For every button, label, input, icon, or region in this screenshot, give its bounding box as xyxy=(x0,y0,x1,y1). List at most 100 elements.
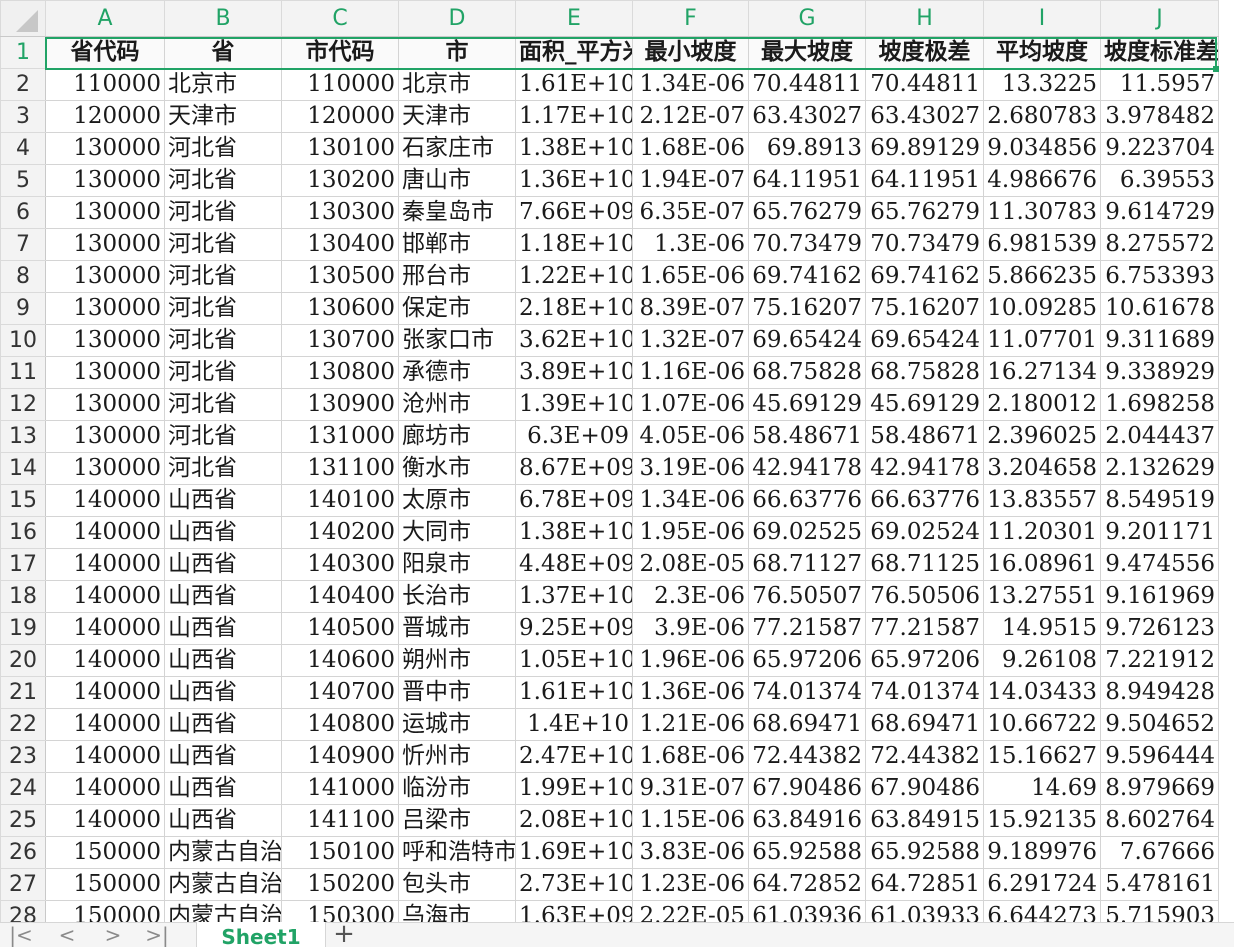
table-cell[interactable]: 1.36E+10 xyxy=(515,164,633,197)
table-cell[interactable]: 9.26108 xyxy=(983,644,1101,677)
table-cell[interactable]: 9.726123 xyxy=(1100,612,1219,645)
row-header[interactable]: 15 xyxy=(0,484,46,517)
table-cell[interactable]: 65.97206 xyxy=(748,644,866,677)
table-cell[interactable]: 64.72851 xyxy=(865,868,984,901)
table-cell[interactable]: 130000 xyxy=(45,260,165,293)
table-cell[interactable]: 13.3225 xyxy=(983,68,1101,101)
table-cell[interactable]: 77.21587 xyxy=(865,612,984,645)
table-cell[interactable]: 2.22E-05 xyxy=(632,900,749,922)
table-cell[interactable]: 廊坊市 xyxy=(398,420,516,453)
table-cell[interactable]: 69.74162 xyxy=(748,260,866,293)
select-all-triangle-icon[interactable] xyxy=(16,10,38,32)
row-header[interactable]: 28 xyxy=(0,900,46,922)
table-cell[interactable]: 2.180012 xyxy=(983,388,1101,421)
table-cell[interactable]: 140000 xyxy=(45,580,165,613)
table-cell[interactable]: 9.161969 xyxy=(1100,580,1219,613)
table-cell[interactable]: 运城市 xyxy=(398,708,516,741)
table-cell[interactable]: 63.43027 xyxy=(748,100,866,133)
table-cell[interactable]: 130900 xyxy=(281,388,399,421)
table-cell[interactable]: 131100 xyxy=(281,452,399,485)
column-header-i[interactable]: I xyxy=(983,0,1101,37)
table-cell[interactable]: 2.73E+10 xyxy=(515,868,633,901)
table-cell[interactable]: 衡水市 xyxy=(398,452,516,485)
table-cell[interactable]: 9.31E-07 xyxy=(632,772,749,805)
table-cell[interactable]: 河北省 xyxy=(164,196,282,229)
table-cell[interactable]: 1.07E-06 xyxy=(632,388,749,421)
table-cell[interactable]: 140200 xyxy=(281,516,399,549)
table-cell[interactable]: 2.3E-06 xyxy=(632,580,749,613)
table-cell[interactable]: 2.47E+10 xyxy=(515,740,633,773)
row-header[interactable]: 19 xyxy=(0,612,46,645)
table-cell[interactable]: 9.614729 xyxy=(1100,196,1219,229)
header-cell[interactable]: 市 xyxy=(398,36,516,69)
row-header[interactable]: 22 xyxy=(0,708,46,741)
table-cell[interactable]: 3.9E-06 xyxy=(632,612,749,645)
table-cell[interactable]: 140000 xyxy=(45,644,165,677)
column-header-e[interactable]: E xyxy=(515,0,633,37)
table-cell[interactable]: 130000 xyxy=(45,292,165,325)
table-cell[interactable]: 2.12E-07 xyxy=(632,100,749,133)
table-cell[interactable]: 6.3E+09 xyxy=(515,420,633,453)
table-cell[interactable]: 67.90486 xyxy=(748,772,866,805)
row-header[interactable]: 11 xyxy=(0,356,46,389)
column-header-g[interactable]: G xyxy=(748,0,866,37)
table-cell[interactable]: 河北省 xyxy=(164,228,282,261)
table-cell[interactable]: 1.68E-06 xyxy=(632,740,749,773)
table-cell[interactable]: 6.291724 xyxy=(983,868,1101,901)
row-header[interactable]: 6 xyxy=(0,196,46,229)
add-sheet-icon[interactable]: + xyxy=(330,921,358,947)
column-header-h[interactable]: H xyxy=(865,0,984,37)
table-cell[interactable]: 8.549519 xyxy=(1100,484,1219,517)
table-cell[interactable]: 2.18E+10 xyxy=(515,292,633,325)
table-cell[interactable]: 130400 xyxy=(281,228,399,261)
table-cell[interactable]: 4.05E-06 xyxy=(632,420,749,453)
row-header[interactable]: 8 xyxy=(0,260,46,293)
column-header-b[interactable]: B xyxy=(164,0,282,37)
table-cell[interactable]: 河北省 xyxy=(164,356,282,389)
table-cell[interactable]: 1.38E+10 xyxy=(515,132,633,165)
table-cell[interactable]: 63.84916 xyxy=(748,804,866,837)
table-cell[interactable]: 130000 xyxy=(45,356,165,389)
table-cell[interactable]: 1.34E-06 xyxy=(632,484,749,517)
table-cell[interactable]: 7.221912 xyxy=(1100,644,1219,677)
table-cell[interactable]: 64.72852 xyxy=(748,868,866,901)
row-header[interactable]: 21 xyxy=(0,676,46,709)
table-cell[interactable]: 河北省 xyxy=(164,132,282,165)
table-cell[interactable]: 75.16207 xyxy=(748,292,866,325)
table-cell[interactable]: 内蒙古自治 xyxy=(164,868,282,901)
table-cell[interactable]: 130000 xyxy=(45,132,165,165)
table-cell[interactable]: 1.698258 xyxy=(1100,388,1219,421)
table-cell[interactable]: 吕梁市 xyxy=(398,804,516,837)
prev-sheet-icon[interactable]: < xyxy=(52,924,82,946)
table-cell[interactable]: 14.03433 xyxy=(983,676,1101,709)
table-cell[interactable]: 保定市 xyxy=(398,292,516,325)
table-cell[interactable]: 2.396025 xyxy=(983,420,1101,453)
table-cell[interactable]: 山西省 xyxy=(164,772,282,805)
table-cell[interactable]: 150000 xyxy=(45,868,165,901)
table-cell[interactable]: 65.76279 xyxy=(865,196,984,229)
table-cell[interactable]: 140800 xyxy=(281,708,399,741)
table-cell[interactable]: 140600 xyxy=(281,644,399,677)
table-cell[interactable]: 长治市 xyxy=(398,580,516,613)
table-cell[interactable]: 天津市 xyxy=(164,100,282,133)
table-cell[interactable]: 河北省 xyxy=(164,164,282,197)
row-header[interactable]: 16 xyxy=(0,516,46,549)
table-cell[interactable]: 内蒙古自治 xyxy=(164,900,282,922)
table-cell[interactable]: 1.17E+10 xyxy=(515,100,633,133)
table-cell[interactable]: 承德市 xyxy=(398,356,516,389)
table-cell[interactable]: 150100 xyxy=(281,836,399,869)
table-cell[interactable]: 石家庄市 xyxy=(398,132,516,165)
table-cell[interactable]: 13.27551 xyxy=(983,580,1101,613)
table-cell[interactable]: 8.39E-07 xyxy=(632,292,749,325)
table-cell[interactable]: 2.132629 xyxy=(1100,452,1219,485)
table-cell[interactable]: 山西省 xyxy=(164,804,282,837)
table-cell[interactable]: 2.044437 xyxy=(1100,420,1219,453)
table-cell[interactable]: 1.39E+10 xyxy=(515,388,633,421)
table-cell[interactable]: 山西省 xyxy=(164,580,282,613)
table-cell[interactable]: 140000 xyxy=(45,708,165,741)
table-cell[interactable]: 66.63776 xyxy=(748,484,866,517)
table-cell[interactable]: 140000 xyxy=(45,548,165,581)
table-cell[interactable]: 61.03936 xyxy=(748,900,866,922)
table-cell[interactable]: 140400 xyxy=(281,580,399,613)
table-cell[interactable]: 65.92588 xyxy=(865,836,984,869)
